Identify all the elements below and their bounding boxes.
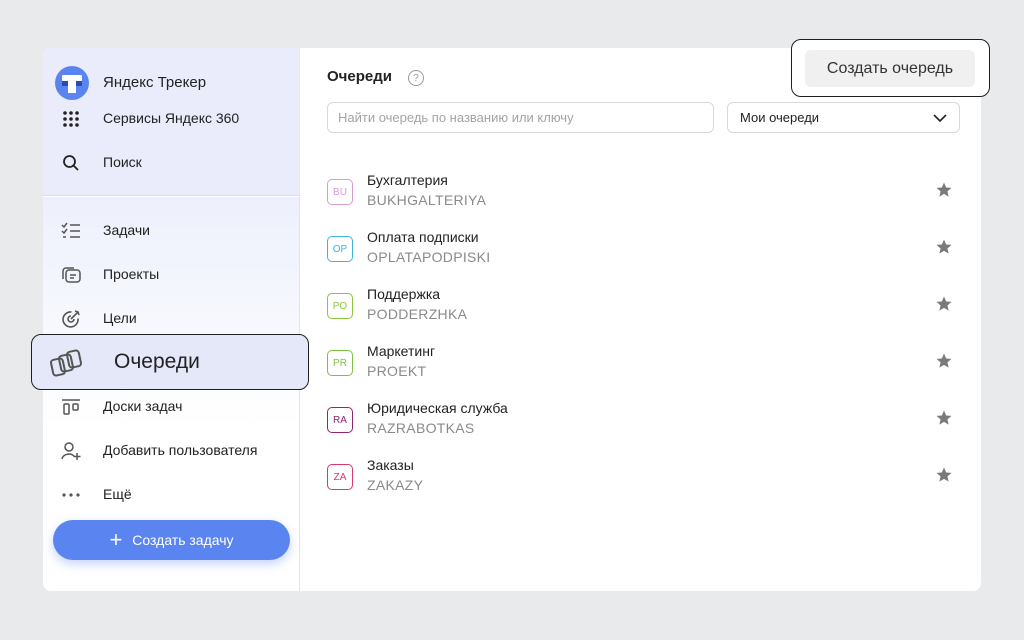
queue-key: ZAKAZY — [367, 477, 424, 493]
queue-key: BUKHGALTERIYA — [367, 192, 487, 208]
queue-key: PODDERZHKA — [367, 306, 468, 322]
brand-title: Яндекс Трекер — [103, 74, 207, 91]
star-icon[interactable] — [935, 409, 953, 427]
sidebar-item-label: Цели — [103, 310, 137, 326]
queue-name: Бухгалтерия — [367, 172, 448, 188]
queue-badge: PO — [327, 293, 353, 319]
queue-filter-select[interactable]: Мои очереди — [727, 102, 960, 133]
queue-row[interactable]: ZA Заказы ZAKAZY — [327, 456, 961, 502]
queue-row[interactable]: RA Юридическая служба RAZRABOTKAS — [327, 399, 961, 445]
sidebar-item-label: Поиск — [103, 154, 142, 170]
sidebar-item-tasks[interactable]: Задачи — [43, 213, 299, 249]
sidebar-item-queues[interactable]: Очереди — [31, 334, 309, 390]
sidebar-item-search[interactable]: Поиск — [43, 145, 299, 181]
sidebar-item-goals[interactable]: Цели — [43, 301, 299, 337]
page-title: Очереди — [327, 68, 392, 85]
add-user-icon — [60, 441, 82, 461]
queue-name: Юридическая служба — [367, 400, 508, 416]
queue-row[interactable]: PO Поддержка PODDERZHKA — [327, 285, 961, 331]
queue-row[interactable]: PR Маркетинг PROEKT — [327, 342, 961, 388]
sidebar-item-label: Задачи — [103, 222, 151, 238]
sidebar-item-label: Очереди — [114, 350, 200, 373]
queue-row[interactable]: OP Оплата подписки OPLATAPODPISKI — [327, 228, 961, 274]
queues-icon — [50, 348, 82, 378]
queue-key: OPLATAPODPISKI — [367, 249, 491, 265]
goals-icon — [60, 309, 82, 329]
sidebar-item-add-user[interactable]: Добавить пользователя — [43, 433, 299, 469]
create-queue-highlight: Создать очередь — [791, 39, 990, 97]
create-queue-button[interactable]: Создать очередь — [805, 50, 975, 87]
boards-icon — [60, 397, 82, 417]
brand-link[interactable]: Яндекс Трекер — [43, 56, 299, 100]
chevron-down-icon — [933, 113, 947, 122]
queue-search-input[interactable] — [327, 102, 714, 133]
plus-icon: + — [109, 527, 123, 552]
queue-badge: OP — [327, 236, 353, 262]
more-icon — [60, 485, 82, 505]
projects-icon — [60, 265, 82, 285]
queue-key: PROEKT — [367, 363, 427, 379]
tracker-logo-icon — [55, 66, 89, 100]
star-icon[interactable] — [935, 466, 953, 484]
sidebar-item-services-360[interactable]: Сервисы Яндекс 360 — [43, 101, 299, 137]
sidebar-item-more[interactable]: Ещё — [43, 477, 299, 513]
create-task-button[interactable]: + Создать задачу — [53, 520, 290, 560]
sidebar-item-label: Ещё — [103, 486, 132, 502]
sidebar-item-label: Доски задач — [103, 398, 183, 414]
main-content: Очереди ? Создать очередь Мои очереди BU… — [301, 39, 990, 591]
star-icon[interactable] — [935, 238, 953, 256]
sidebar-item-projects[interactable]: Проекты — [43, 257, 299, 293]
queue-name: Маркетинг — [367, 343, 436, 359]
star-icon[interactable] — [935, 295, 953, 313]
queue-name: Заказы — [367, 457, 414, 473]
queue-name: Поддержка — [367, 286, 441, 302]
sidebar-item-boards[interactable]: Доски задач — [43, 389, 299, 425]
app-window: Яндекс Трекер Сервисы Яндекс 360 Поиск З… — [31, 39, 990, 591]
sidebar-item-label: Добавить пользователя — [103, 442, 258, 458]
queue-badge: RA — [327, 407, 353, 433]
tasks-icon — [60, 221, 82, 241]
search-icon — [60, 153, 82, 173]
queue-name: Оплата подписки — [367, 229, 479, 245]
filter-selected-value: Мои очереди — [740, 110, 820, 125]
sidebar-item-label: Проекты — [103, 266, 160, 282]
help-icon[interactable]: ? — [408, 70, 424, 86]
queue-key: RAZRABOTKAS — [367, 420, 475, 436]
queue-badge: BU — [327, 179, 353, 205]
sidebar: Яндекс Трекер Сервисы Яндекс 360 Поиск З… — [31, 48, 309, 591]
star-icon[interactable] — [935, 352, 953, 370]
queue-badge: PR — [327, 350, 353, 376]
sidebar-item-label: Сервисы Яндекс 360 — [103, 110, 240, 126]
create-task-label: Создать задачу — [132, 532, 234, 548]
queue-badge: ZA — [327, 464, 353, 490]
star-icon[interactable] — [935, 181, 953, 199]
queue-row[interactable]: BU Бухгалтерия BUKHGALTERIYA — [327, 171, 961, 217]
apps-grid-icon — [60, 109, 82, 129]
